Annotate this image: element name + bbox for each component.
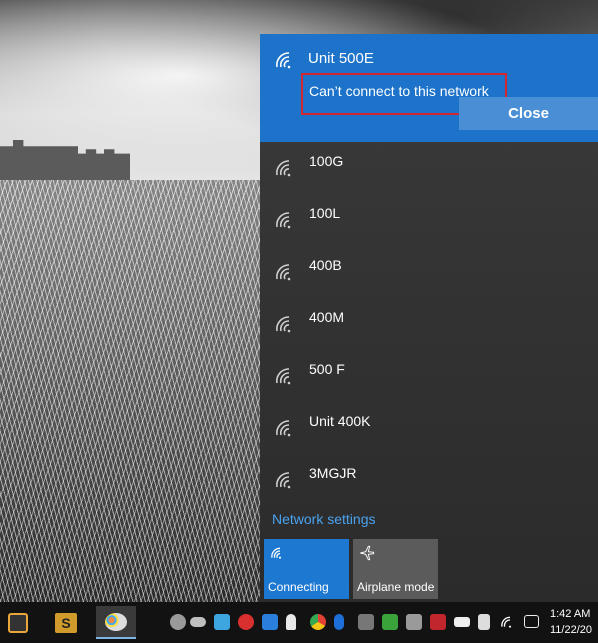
network-name: Unit 400K bbox=[309, 413, 371, 429]
wifi-icon bbox=[276, 472, 291, 489]
battery-icon[interactable] bbox=[454, 617, 470, 627]
network-item[interactable]: 3MGJR bbox=[260, 454, 598, 506]
airplane-mode-tile[interactable]: Airplane mode bbox=[353, 539, 438, 599]
shield-icon[interactable] bbox=[170, 614, 186, 630]
airplane-tile-label: Airplane mode bbox=[357, 580, 435, 594]
clock-time: 1:42 AM bbox=[550, 608, 591, 620]
mcafee-icon[interactable] bbox=[430, 614, 446, 630]
wifi-icon bbox=[276, 368, 291, 385]
network-item[interactable]: Unit 400K bbox=[260, 402, 598, 454]
camera-icon[interactable] bbox=[358, 614, 374, 630]
active-network[interactable]: Unit 500E Can’t connect to this network … bbox=[260, 34, 598, 142]
network-item[interactable]: 100G bbox=[260, 142, 598, 194]
network-name: 500 F bbox=[309, 361, 345, 377]
antivirus-icon[interactable] bbox=[238, 614, 254, 630]
network-item[interactable]: 100L bbox=[260, 194, 598, 246]
network-name: 100L bbox=[309, 205, 341, 221]
app-tray-icon[interactable] bbox=[214, 614, 230, 630]
network-name: 100G bbox=[309, 153, 344, 169]
wifi-icon bbox=[276, 160, 291, 177]
notification-bell-icon[interactable] bbox=[286, 614, 296, 630]
sync-icon[interactable] bbox=[382, 614, 398, 630]
cloud-icon[interactable] bbox=[190, 617, 206, 627]
wifi-icon bbox=[276, 264, 291, 281]
wifi-quick-action-tile[interactable]: Connecting bbox=[264, 539, 349, 599]
taskbar: S 1:42 AM 11/22/20 bbox=[0, 602, 598, 643]
wifi-tray-icon[interactable] bbox=[500, 614, 516, 630]
clock-app-icon bbox=[8, 612, 28, 633]
close-button[interactable]: Close bbox=[459, 97, 598, 130]
network-list: 100G 100L 400B 400M 500 F Unit 400K 3MGJ… bbox=[260, 142, 598, 506]
taskbar-clock[interactable]: 1:42 AM 11/22/20 bbox=[550, 606, 592, 638]
network-name: 400M bbox=[309, 309, 345, 325]
s-app-icon: S bbox=[55, 612, 77, 633]
network-flyout: Unit 500E Can’t connect to this network … bbox=[260, 34, 598, 602]
action-center-icon[interactable] bbox=[524, 615, 539, 628]
wifi-icon bbox=[276, 212, 291, 229]
network-item[interactable]: 400M bbox=[260, 298, 598, 350]
wifi-icon bbox=[501, 616, 512, 628]
wifi-icon bbox=[271, 547, 282, 559]
wifi-tile-label: Connecting bbox=[268, 580, 329, 594]
taskbar-app-s[interactable]: S bbox=[50, 606, 82, 639]
bluetooth-icon[interactable] bbox=[334, 614, 344, 630]
active-network-ssid: Unit 500E bbox=[308, 50, 374, 67]
paint-app-icon bbox=[105, 612, 127, 631]
network-item[interactable]: 500 F bbox=[260, 350, 598, 402]
dropbox-icon[interactable] bbox=[262, 614, 278, 630]
chrome-icon[interactable] bbox=[310, 614, 326, 630]
taskbar-app-clock[interactable] bbox=[2, 606, 34, 639]
network-name: 3MGJR bbox=[309, 465, 357, 481]
wifi-icon bbox=[276, 420, 291, 437]
clock-date: 11/22/20 bbox=[550, 624, 593, 636]
wifi-icon bbox=[276, 52, 291, 69]
display-icon[interactable] bbox=[406, 614, 422, 630]
volume-icon[interactable] bbox=[478, 614, 490, 630]
network-item[interactable]: 400B bbox=[260, 246, 598, 298]
network-settings-link[interactable]: Network settings bbox=[272, 511, 375, 527]
network-name: 400B bbox=[309, 257, 342, 273]
airplane-icon bbox=[360, 545, 375, 561]
wifi-icon bbox=[276, 316, 291, 333]
taskbar-app-paint[interactable] bbox=[96, 606, 136, 639]
